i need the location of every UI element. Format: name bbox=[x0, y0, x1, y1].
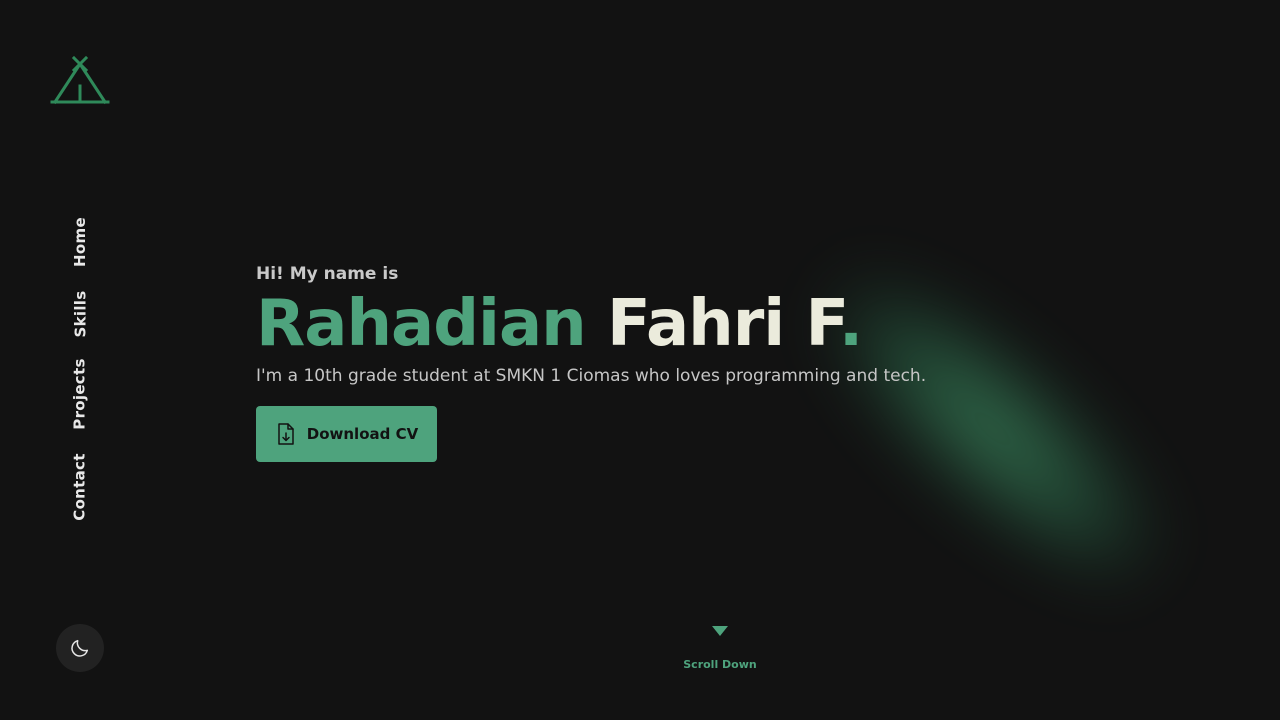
nav-item-label: Contact bbox=[71, 453, 90, 521]
nav-item-projects[interactable]: Projects bbox=[58, 356, 102, 432]
scroll-down-button[interactable]: Scroll Down bbox=[670, 626, 770, 671]
name-dot: . bbox=[838, 287, 863, 361]
scroll-down-label: Scroll Down bbox=[683, 658, 757, 671]
triangle-down-icon bbox=[712, 626, 728, 636]
file-download-icon bbox=[278, 423, 294, 445]
nav-item-home[interactable]: Home bbox=[58, 212, 102, 272]
greeting-text: Hi! My name is bbox=[256, 264, 399, 284]
page: Home Skills Projects Contact Hi! My name… bbox=[0, 0, 1280, 720]
download-cv-label: Download CV bbox=[306, 425, 419, 443]
nav-item-skills[interactable]: Skills bbox=[58, 288, 102, 340]
nav-item-label: Skills bbox=[71, 290, 89, 338]
hero-section: Hi! My name is Rahadian Fahri F. I'm a 1… bbox=[256, 262, 926, 462]
download-cv-button[interactable]: Download CV bbox=[256, 406, 437, 462]
nav-item-contact[interactable]: Contact bbox=[58, 450, 102, 524]
nav-item-label: Home bbox=[71, 217, 89, 267]
hero-name: Rahadian Fahri F. bbox=[256, 290, 926, 358]
moon-icon bbox=[71, 639, 89, 657]
theme-toggle-button[interactable] bbox=[56, 624, 104, 672]
last-name: Fahri F bbox=[607, 287, 840, 361]
tagline: I'm a 10th grade student at SMKN 1 Cioma… bbox=[256, 366, 927, 386]
side-navigation: Home Skills Projects Contact bbox=[58, 0, 102, 720]
nav-item-label: Projects bbox=[71, 358, 89, 430]
first-name: Rahadian bbox=[256, 287, 587, 361]
